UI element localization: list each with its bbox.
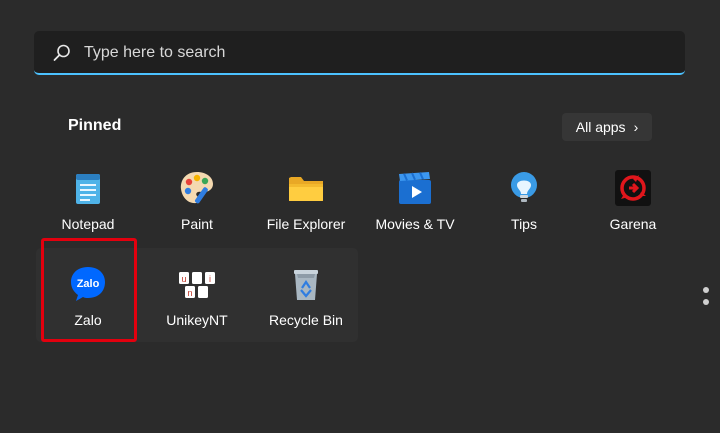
notepad-icon bbox=[76, 174, 100, 204]
unikey-key-n: n bbox=[187, 288, 192, 298]
chevron-right-icon: › bbox=[633, 119, 639, 135]
pinned-title: Pinned bbox=[68, 117, 122, 134]
pinned-app-tips[interactable]: Tips bbox=[472, 152, 576, 242]
app-label: Paint bbox=[181, 216, 213, 232]
all-apps-button[interactable]: All apps › bbox=[562, 113, 652, 141]
movies-tv-icon bbox=[399, 172, 431, 204]
pinned-app-zalo[interactable]: Zalo Zalo bbox=[36, 248, 140, 338]
paint-icon bbox=[180, 172, 213, 204]
unikey-key-i: i bbox=[209, 274, 211, 284]
app-label: Recycle Bin bbox=[269, 312, 343, 328]
page-indicator-dot[interactable] bbox=[703, 299, 709, 305]
unikey-icon: u n i bbox=[179, 272, 215, 298]
search-bar[interactable] bbox=[34, 31, 685, 75]
app-label: Movies & TV bbox=[375, 216, 455, 232]
recycle-bin-icon bbox=[294, 270, 318, 300]
search-input[interactable] bbox=[82, 39, 646, 67]
pinned-app-garena[interactable]: Garena bbox=[581, 152, 685, 242]
app-label: Tips bbox=[511, 216, 537, 232]
app-label: UnikeyNT bbox=[166, 312, 228, 328]
search-icon bbox=[53, 44, 70, 61]
app-label: Notepad bbox=[61, 216, 115, 232]
page-indicator-dot[interactable] bbox=[703, 287, 709, 293]
app-label: Garena bbox=[609, 216, 657, 232]
app-label: Zalo bbox=[74, 312, 102, 328]
unikey-key-u: u bbox=[181, 274, 186, 284]
garena-icon bbox=[615, 170, 651, 206]
app-label: File Explorer bbox=[266, 216, 346, 232]
pinned-app-paint[interactable]: Paint bbox=[145, 152, 249, 242]
zalo-icon-text: Zalo bbox=[77, 278, 100, 290]
pinned-app-recycle-bin[interactable]: Recycle Bin bbox=[254, 248, 358, 338]
pinned-app-file-explorer[interactable]: File Explorer bbox=[254, 152, 358, 242]
all-apps-label: All apps bbox=[575, 119, 626, 135]
file-explorer-icon bbox=[289, 177, 323, 201]
pinned-app-unikeynt[interactable]: u n i UnikeyNT bbox=[145, 248, 249, 338]
zalo-icon: Zalo bbox=[71, 267, 105, 301]
pinned-app-movies-tv[interactable]: Movies & TV bbox=[363, 152, 467, 242]
pinned-app-notepad[interactable]: Notepad bbox=[36, 152, 140, 242]
tips-icon bbox=[511, 172, 537, 202]
